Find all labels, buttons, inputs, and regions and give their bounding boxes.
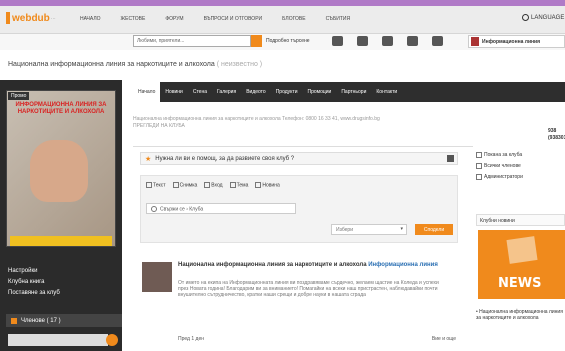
news-word: NEWS (498, 276, 542, 291)
post-input[interactable]: Свържи се › Клуба (146, 203, 296, 214)
cover-footer-strip (10, 236, 112, 246)
post-author-link[interactable]: Информационна линия (368, 262, 438, 268)
nav-link-forum[interactable]: ФОРУМ (165, 16, 183, 22)
menu-item-post[interactable]: Поставяне за клуб (8, 288, 60, 299)
question-text: Нужна ли ви е помощ, за да развиете своя… (155, 155, 295, 162)
menu-item-settings[interactable]: Настройки (8, 266, 60, 277)
post-title: Национална информационна линия за наркот… (178, 262, 458, 269)
option-topic[interactable]: Тема (230, 182, 249, 188)
nav-link-qa[interactable]: ВЪПРОСИ И ОТГОВОРИ (204, 16, 263, 22)
user-menu[interactable]: Информационна линия (468, 35, 565, 48)
tab-contacts[interactable]: Контакти (371, 82, 402, 102)
feed-post: Национална информационна линия за наркот… (140, 258, 458, 342)
search-button[interactable] (251, 35, 262, 47)
tab-partners[interactable]: Партньори (336, 82, 371, 102)
post-time: Пред 1 ден (178, 336, 204, 342)
share-button[interactable]: Сподели (415, 224, 453, 235)
option-text[interactable]: Текст (146, 182, 166, 188)
star-icon: ★ (145, 155, 152, 163)
checkbox-invite[interactable]: Покана за клуба (476, 150, 565, 161)
language-switch[interactable]: LANGUAGE (522, 14, 564, 21)
post-title-text[interactable]: Национална информационна линия за наркот… (178, 262, 367, 268)
post-thumbnail[interactable] (142, 262, 172, 292)
search-input[interactable]: Любими, приятели... (133, 35, 251, 47)
club-title-suffix: ( неизвестно ) (216, 61, 263, 68)
toolbar-icons (332, 36, 443, 46)
menu-item-guestbook[interactable]: Клубна книга (8, 277, 60, 288)
calendar-icon[interactable] (382, 36, 393, 46)
nav-link-blogs[interactable]: БЛОГОВЕ (282, 16, 305, 22)
news-list: • Национална информационна линия за нарк… (476, 309, 565, 321)
logo-text: webdub (12, 12, 50, 24)
audience-select[interactable]: Избери (331, 224, 407, 235)
description-line-2: ПРЕГЛЕДИ НА КЛУБА (133, 123, 185, 129)
advanced-search-link[interactable]: Подробно търсене (266, 38, 310, 44)
fist-illustration (30, 140, 88, 202)
nav-links: НАЧАЛО ЖЕСТОВЕ ФОРУМ ВЪПРОСИ И ОТГОВОРИ … (80, 16, 350, 22)
settings-icon[interactable] (332, 36, 343, 46)
post-likes[interactable]: Вие и още (432, 336, 456, 342)
members-bar[interactable] (8, 334, 108, 346)
nav-link-home[interactable]: НАЧАЛО (80, 16, 101, 22)
network-icon[interactable] (357, 36, 368, 46)
logo-sub: … (50, 15, 56, 21)
cover-title: ИНФОРМАЦИОННА ЛИНИЯ ЗА НАРКОТИЦИТЕ И АЛК… (15, 102, 107, 115)
tab-gallery[interactable]: Галерия (212, 82, 241, 102)
logo-mark-icon (6, 12, 10, 24)
user-icon[interactable] (432, 36, 443, 46)
avatar (471, 37, 479, 46)
close-icon[interactable] (447, 155, 454, 162)
newspaper-icon (506, 236, 538, 264)
checkbox-all-members[interactable]: Всички членове (476, 161, 565, 172)
tab-products[interactable]: Продукти (271, 82, 303, 102)
option-news[interactable]: Новина (255, 182, 279, 188)
promo-badge: Промо (8, 92, 30, 100)
checkbox-admins[interactable]: Администратори (476, 172, 565, 183)
user-name: Информационна линия (482, 38, 541, 45)
description-line-1: Национална информационна линия за наркот… (133, 116, 380, 122)
post-type-options: Текст Снимка Вход Тема Новина (146, 182, 280, 188)
views-count: 938 (938301) (548, 128, 565, 141)
post-meta: Пред 1 ден Вие и още (178, 336, 456, 342)
tab-promotions[interactable]: Промоции (303, 82, 337, 102)
tab-news[interactable]: Новини (160, 82, 187, 102)
news-banner[interactable]: NEWS (478, 230, 565, 299)
option-photo[interactable]: Снимка (173, 182, 198, 188)
option-entry[interactable]: Вход (204, 182, 222, 188)
tab-wall[interactable]: Стена (188, 82, 212, 102)
post-body: От името на екипа на Информационната лин… (178, 280, 439, 298)
nav-link-events[interactable]: СЪБИТИЯ (326, 16, 351, 22)
language-label: LANGUAGE (531, 14, 565, 21)
page-title: Национална информационна линия за наркот… (8, 61, 262, 68)
orange-orb-icon[interactable] (106, 334, 118, 346)
club-tabs: Начало Новини Стена Галерия Видеото Прод… (133, 82, 565, 102)
club-news-title: Клубни новини (476, 214, 565, 226)
tab-home[interactable]: Начало (133, 82, 161, 102)
club-menu: Настройки Клубна книга Поставяне за клуб (8, 266, 60, 299)
globe-icon (522, 14, 529, 21)
site-logo[interactable]: webdub … (6, 9, 56, 27)
right-column: Покана за клуба Всички членове Администр… (476, 150, 565, 351)
members-icon (11, 317, 17, 324)
members-header[interactable]: Членове ( 17 ) (6, 314, 122, 327)
club-title: Национална информационна линия за наркот… (8, 61, 215, 68)
divider (133, 146, 473, 147)
post-composer: Текст Снимка Вход Тема Новина Свържи се … (140, 175, 458, 243)
help-question[interactable]: ★ Нужна ли ви е помощ, за да развиете св… (140, 152, 458, 165)
messages-icon[interactable] (407, 36, 418, 46)
news-list-item[interactable]: • Национална информационна линия за нарк… (476, 309, 565, 321)
tab-video[interactable]: Видеото (241, 82, 271, 102)
members-label: Членове ( 17 ) (21, 317, 61, 324)
club-description: Национална информационна линия за наркот… (133, 116, 565, 141)
nav-link-gestures[interactable]: ЖЕСТОВЕ (121, 16, 146, 22)
